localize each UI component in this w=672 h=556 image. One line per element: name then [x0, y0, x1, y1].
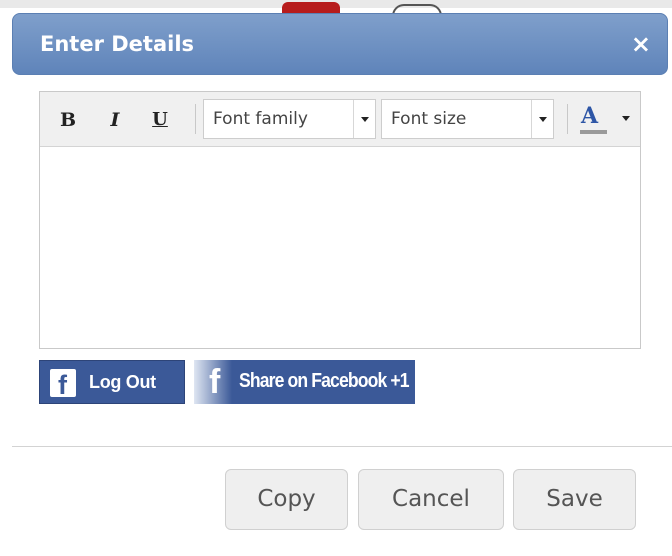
save-button[interactable]: Save [513, 469, 636, 530]
font-size-select[interactable]: Font size [381, 99, 554, 139]
chevron-down-icon [539, 117, 547, 122]
footer-divider [12, 446, 672, 447]
text-color-button[interactable]: A [577, 103, 635, 137]
facebook-logo-icon: f [209, 363, 221, 401]
font-family-select[interactable]: Font family [203, 99, 376, 139]
page: Enter Details × B I U Font family Font s… [0, 0, 672, 556]
facebook-share-label: Share on Facebook +1 [239, 370, 410, 392]
text-color-icon: A [581, 103, 599, 129]
text-color-swatch [580, 130, 607, 134]
toolbar-separator [567, 104, 568, 134]
chevron-down-icon [361, 117, 369, 122]
chevron-down-icon [622, 116, 630, 121]
facebook-logo-icon: f [50, 369, 76, 400]
dialog-header: Enter Details × [12, 13, 668, 75]
font-family-dropdown-toggle[interactable] [353, 100, 375, 138]
facebook-share-button[interactable]: f Share on Facebook +1 [194, 360, 415, 404]
editor-text-area[interactable] [40, 147, 640, 348]
copy-button[interactable]: Copy [225, 469, 348, 530]
dialog-title: Enter Details [40, 32, 195, 56]
facebook-logout-button[interactable]: f Log Out [39, 360, 185, 404]
toolbar-separator [195, 104, 196, 134]
rich-text-editor: B I U Font family Font size A [39, 91, 641, 349]
editor-toolbar: B I U Font family Font size A [40, 92, 640, 147]
facebook-logo-letter: f [58, 370, 67, 400]
underline-button[interactable]: U [149, 108, 171, 132]
italic-button[interactable]: I [104, 108, 126, 132]
close-icon[interactable]: × [631, 31, 651, 57]
facebook-logout-label: Log Out [89, 372, 156, 392]
font-family-value: Font family [213, 109, 308, 129]
cancel-button[interactable]: Cancel [358, 469, 504, 530]
font-size-value: Font size [391, 109, 467, 129]
font-size-dropdown-toggle[interactable] [531, 100, 553, 138]
bold-button[interactable]: B [57, 108, 79, 132]
